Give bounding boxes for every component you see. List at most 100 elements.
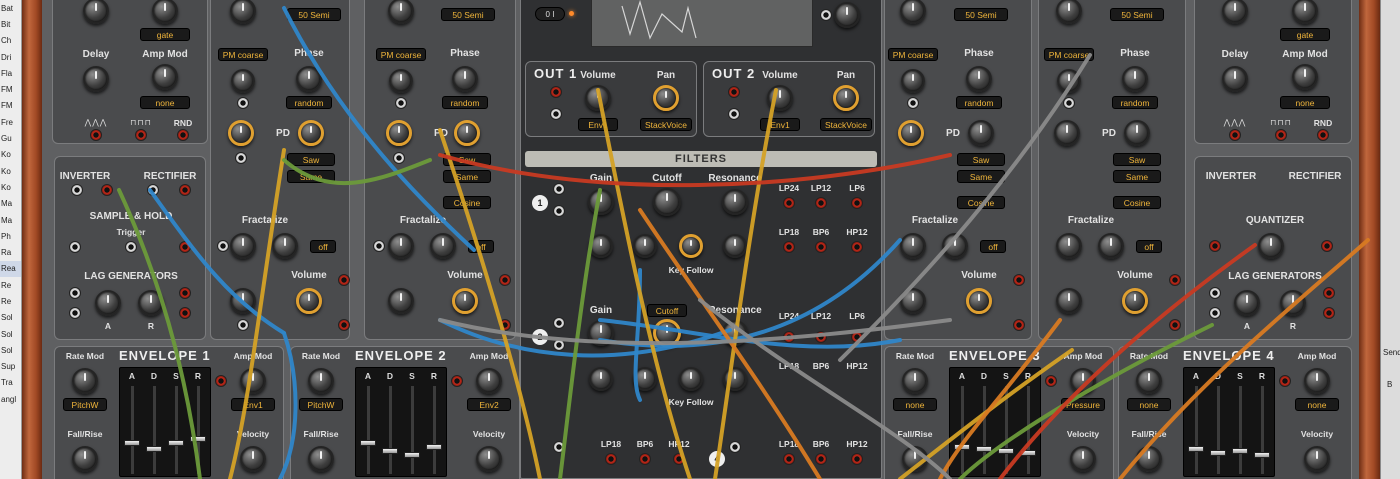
osc1-fractalize-mode[interactable]: off	[310, 240, 336, 253]
osc4-wave-display[interactable]: Saw	[1113, 153, 1161, 166]
lag2-in-1-jack[interactable]	[1209, 287, 1221, 299]
browser-item[interactable]: Sol	[0, 310, 21, 326]
browser-item[interactable]: Rea	[0, 260, 21, 278]
filter3-lp18-jack[interactable]	[605, 453, 617, 465]
env-rate-mod-knob[interactable]	[902, 368, 928, 394]
osc1-pd-knob-b[interactable]	[298, 120, 324, 146]
filter3-bp6-jack[interactable]	[639, 453, 651, 465]
rectifier-in-jack[interactable]	[147, 184, 159, 196]
power-toggle[interactable]: 0 I	[535, 7, 565, 21]
env-slider-handle[interactable]	[998, 448, 1014, 454]
filter1-res-mod-knob[interactable]	[723, 234, 747, 258]
env-slider-handle[interactable]	[1254, 452, 1270, 458]
filter2-resonance-knob[interactable]	[722, 320, 748, 346]
out1-pan-knob[interactable]	[653, 85, 679, 111]
env-amp-mod-knob[interactable]	[476, 368, 502, 394]
osc3-pd-knob-a[interactable]	[898, 120, 924, 146]
filter1-gain-knob[interactable]	[588, 189, 614, 215]
browser-item[interactable]: Fre	[0, 114, 21, 130]
osc1-pm-knob[interactable]	[231, 69, 255, 93]
osc3-pm-jack[interactable]	[907, 97, 919, 109]
filter2-res-mod-knob[interactable]	[723, 367, 747, 391]
env-slider-handle[interactable]	[404, 452, 420, 458]
osc4-fractalize-knob-a[interactable]	[1056, 233, 1082, 259]
lfo2-amount-knob[interactable]	[1292, 0, 1318, 24]
osc4-pd-knob-b[interactable]	[1124, 120, 1150, 146]
env-rate-mod-source[interactable]: PitchW	[299, 398, 343, 411]
osc1-pd-knob-a[interactable]	[228, 120, 254, 146]
osc4-pm-jack[interactable]	[1063, 97, 1075, 109]
osc2-wave-display[interactable]: Saw	[443, 153, 491, 166]
env-amp-mod-source[interactable]: Env2	[467, 398, 511, 411]
browser-item[interactable]: Tra	[0, 375, 21, 391]
quantizer-knob[interactable]	[1258, 233, 1284, 259]
lag-in-1-jack[interactable]	[69, 287, 81, 299]
env-rate-mod-source[interactable]: none	[893, 398, 937, 411]
browser-item[interactable]: Fla	[0, 65, 21, 81]
out1-volume-knob[interactable]	[585, 85, 611, 111]
rectifier-out-jack[interactable]	[179, 184, 191, 196]
osc2-same-display[interactable]: Same	[443, 170, 491, 183]
scope-in-jack[interactable]	[820, 9, 832, 21]
lag-out-1-jack[interactable]	[179, 287, 191, 299]
osc3-fractalize-mode[interactable]: off	[980, 240, 1006, 253]
lfo-amp-mod-knob[interactable]	[152, 64, 178, 90]
filter1-bp6-jack[interactable]	[815, 241, 827, 253]
filter1-in-jack-a[interactable]	[553, 183, 565, 195]
env-fall-rise-knob[interactable]	[72, 446, 98, 472]
filter1-resonance-knob[interactable]	[722, 189, 748, 215]
env-amp-mod-source[interactable]: Env1	[231, 398, 275, 411]
filter1-hp12-jack[interactable]	[851, 241, 863, 253]
osc3-fractalize-knob-b[interactable]	[942, 233, 968, 259]
filter2-mod-knob-b[interactable]	[633, 367, 657, 391]
lag-release-knob[interactable]	[138, 290, 164, 316]
osc2-pd-knob-b[interactable]	[454, 120, 480, 146]
filter1-cutoff-knob[interactable]	[653, 188, 681, 216]
lag2-out-1-jack[interactable]	[1323, 287, 1335, 299]
filter1-lp12-jack[interactable]	[815, 197, 827, 209]
osc2-fractalize-mode[interactable]: off	[468, 240, 494, 253]
browser-item[interactable]: Ma	[0, 212, 21, 228]
lfo-out-sq-jack[interactable]	[135, 129, 147, 141]
env-rate-mod-source[interactable]: PitchW	[63, 398, 107, 411]
osc1-fractalize-jack[interactable]	[217, 240, 229, 252]
env-velocity-knob[interactable]	[476, 446, 502, 472]
osc4-pm-coarse-display[interactable]: PM coarse	[1044, 48, 1094, 61]
lag-in-2-jack[interactable]	[69, 307, 81, 319]
filter2-key-follow-knob[interactable]	[679, 367, 703, 391]
lfo-out-tri-jack[interactable]	[90, 129, 102, 141]
env-fall-rise-knob[interactable]	[902, 446, 928, 472]
browser-item[interactable]: Ma	[0, 196, 21, 212]
browser-item[interactable]: Sup	[0, 359, 21, 375]
osc2-pm-jack[interactable]	[395, 97, 407, 109]
osc2-semi-display[interactable]: 50 Semi	[441, 8, 495, 21]
env-fall-rise-knob[interactable]	[1136, 446, 1162, 472]
env-out-jack[interactable]	[215, 375, 227, 387]
osc1-out-jack-a[interactable]	[338, 274, 350, 286]
osc3-mod-knob[interactable]	[900, 288, 926, 314]
env-velocity-knob[interactable]	[240, 446, 266, 472]
lag2-out-2-jack[interactable]	[1323, 307, 1335, 319]
osc4-volume-knob[interactable]	[1122, 288, 1148, 314]
inverter-out-jack[interactable]	[101, 184, 113, 196]
lfo2-out-tri-jack[interactable]	[1229, 129, 1241, 141]
filter4-in-jack[interactable]	[729, 441, 741, 453]
browser-item[interactable]: Ch	[0, 33, 21, 49]
osc2-out-jack-b[interactable]	[499, 319, 511, 331]
browser-item[interactable]: Ph	[0, 228, 21, 244]
lfo-delay-knob[interactable]	[83, 66, 109, 92]
filter4-hp12-jack[interactable]	[851, 453, 863, 465]
osc2-pd-jack[interactable]	[393, 152, 405, 164]
inverter-in-jack[interactable]	[71, 184, 83, 196]
env-amp-mod-source[interactable]: none	[1295, 398, 1339, 411]
osc2-phase-knob[interactable]	[452, 66, 478, 92]
env-amp-mod-knob[interactable]	[1304, 368, 1330, 394]
env-velocity-knob[interactable]	[1304, 446, 1330, 472]
env-rate-mod-knob[interactable]	[1136, 368, 1162, 394]
patch-browser-list[interactable]: Bat Bit Ch Dri Fla FM FM Fre Gu Ko Ko Ko Ma Ma Ph Ra Rea…	[0, 0, 22, 479]
filter2-mod-knob-a[interactable]	[589, 367, 613, 391]
osc2-semi-knob[interactable]	[388, 0, 414, 24]
out2-mod-jack[interactable]	[728, 108, 740, 120]
lfo2-amp-mod-knob[interactable]	[1292, 64, 1318, 90]
env-slider-handle[interactable]	[426, 444, 442, 450]
